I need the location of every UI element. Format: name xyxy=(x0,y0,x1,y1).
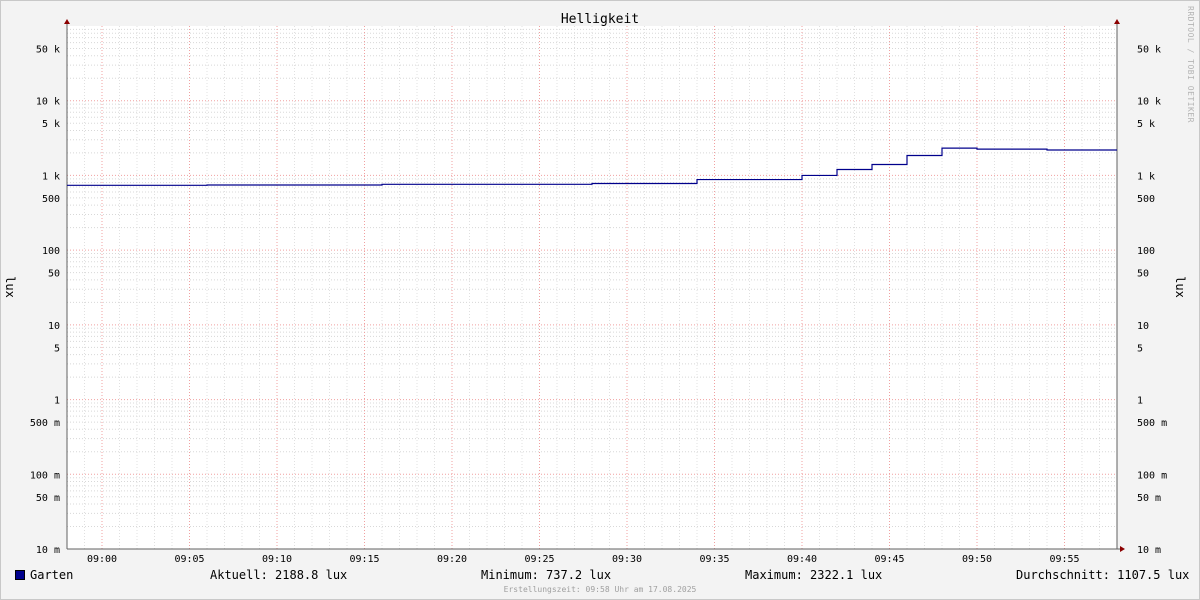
y-tick-label-right: 10 xyxy=(1137,321,1149,332)
y-axis-right-arrow xyxy=(1114,19,1120,24)
y-tick-label-right: 50 xyxy=(1137,269,1149,280)
x-axis-arrow xyxy=(1120,546,1125,552)
y-tick-label-left: 500 m xyxy=(30,418,60,429)
y-tick-label-right: 5 k xyxy=(1137,119,1155,130)
y-axis-label-right: lux xyxy=(1173,276,1187,298)
legend-current: Aktuell: 2188.8 lux xyxy=(210,568,348,582)
y-tick-label-right: 50 k xyxy=(1137,44,1161,55)
y-tick-label-left: 100 m xyxy=(30,470,60,481)
footer-creation-time: Erstellungszeit: 09:58 Uhr am 17.08.2025 xyxy=(503,585,697,594)
x-tick-label: 09:55 xyxy=(1049,554,1079,565)
y-tick-label-left: 1 k xyxy=(42,171,60,182)
y-axis-label-left: lux xyxy=(3,276,17,298)
x-tick-label: 09:35 xyxy=(699,554,729,565)
y-tick-label-left: 1 xyxy=(54,396,60,407)
x-tick-label: 09:30 xyxy=(612,554,642,565)
y-tick-label-left: 50 m xyxy=(36,493,60,504)
y-tick-label-right: 1 xyxy=(1137,396,1143,407)
y-tick-label-left: 10 k xyxy=(36,97,60,108)
y-tick-label-left: 5 k xyxy=(42,119,60,130)
x-tick-label: 09:00 xyxy=(87,554,117,565)
brightness-chart: 50 k 50 k10 k 10 k5 k5 k1 k1 k500 500100 100… xyxy=(3,12,1187,565)
y-axis-left-arrow xyxy=(64,19,70,24)
rrdtool-watermark: RRDTOOL / TOBI OETIKER xyxy=(1186,6,1195,123)
x-tick-label: 09:10 xyxy=(262,554,292,565)
legend-minimum: Minimum: 737.2 lux xyxy=(481,568,612,582)
x-tick-label: 09:20 xyxy=(437,554,467,565)
y-tick-label-right: 1 k xyxy=(1137,171,1155,182)
y-tick-label-left: 5 xyxy=(54,343,60,354)
y-tick-label-right: 10 k xyxy=(1137,97,1161,108)
legend-series-name: Garten xyxy=(30,568,74,582)
y-tick-label-right: 5 xyxy=(1137,343,1143,354)
grid xyxy=(66,26,1118,550)
x-tick-label: 09:25 xyxy=(524,554,554,565)
y-tick-label-left: 50 xyxy=(48,269,60,280)
y-tick-label-right: 50 m xyxy=(1137,493,1161,504)
legend-maximum: Maximum: 2322.1 lux xyxy=(745,568,883,582)
y-tick-label-right: 100 m xyxy=(1137,470,1167,481)
x-tick-label: 09:45 xyxy=(874,554,904,565)
x-tick-label: 09:40 xyxy=(787,554,817,565)
legend-average: Durchschnitt: 1107.5 lux xyxy=(1016,568,1190,582)
chart-title: Helligkeit xyxy=(561,12,639,27)
y-tick-label-left: 10 m xyxy=(36,545,60,556)
y-tick-label-left: 100 xyxy=(42,246,60,257)
y-tick-label-right: 10 m xyxy=(1137,545,1161,556)
y-tick-label-right: 500 m xyxy=(1137,418,1167,429)
x-tick-label: 09:05 xyxy=(174,554,204,565)
y-tick-label-left: 50 k xyxy=(36,44,60,55)
legend: Garten Aktuell: 2188.8 lux Minimum: 737.… xyxy=(0,568,1200,584)
y-tick-label-right: 500 xyxy=(1137,194,1155,205)
y-tick-label-left: 500 xyxy=(42,194,60,205)
y-tick-label-left: 10 xyxy=(48,321,60,332)
y-tick-label-right: 100 xyxy=(1137,246,1155,257)
x-tick-label: 09:50 xyxy=(962,554,992,565)
x-tick-label: 09:15 xyxy=(349,554,379,565)
